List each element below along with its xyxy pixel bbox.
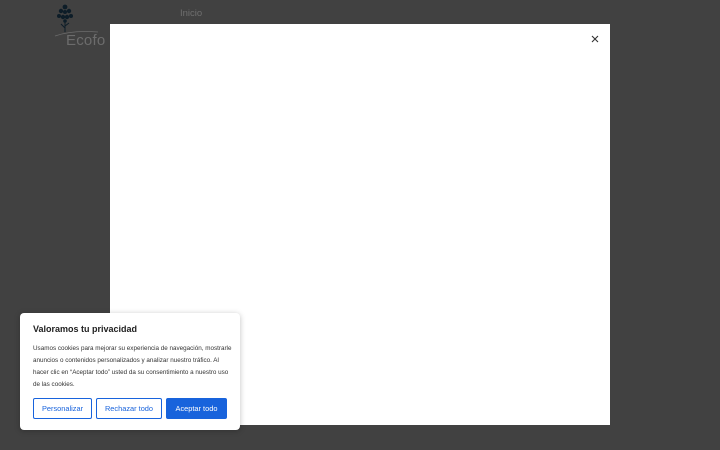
logo-text[interactable]: Ecofo [66, 32, 105, 49]
reject-all-button[interactable]: Rechazar todo [96, 398, 162, 419]
modal-close-button[interactable] [588, 32, 602, 46]
close-icon [591, 35, 599, 43]
accept-all-button[interactable]: Aceptar todo [166, 398, 227, 419]
customize-button[interactable]: Personalizar [33, 398, 92, 419]
nav-link-inicio[interactable]: Inicio [180, 8, 202, 19]
cookie-banner-title: Valoramos tu privacidad [33, 324, 138, 334]
cookie-consent-banner: Valoramos tu privacidad Usamos cookies p… [20, 313, 240, 430]
cookie-banner-description: Usamos cookies para mejorar su experienc… [33, 345, 232, 388]
